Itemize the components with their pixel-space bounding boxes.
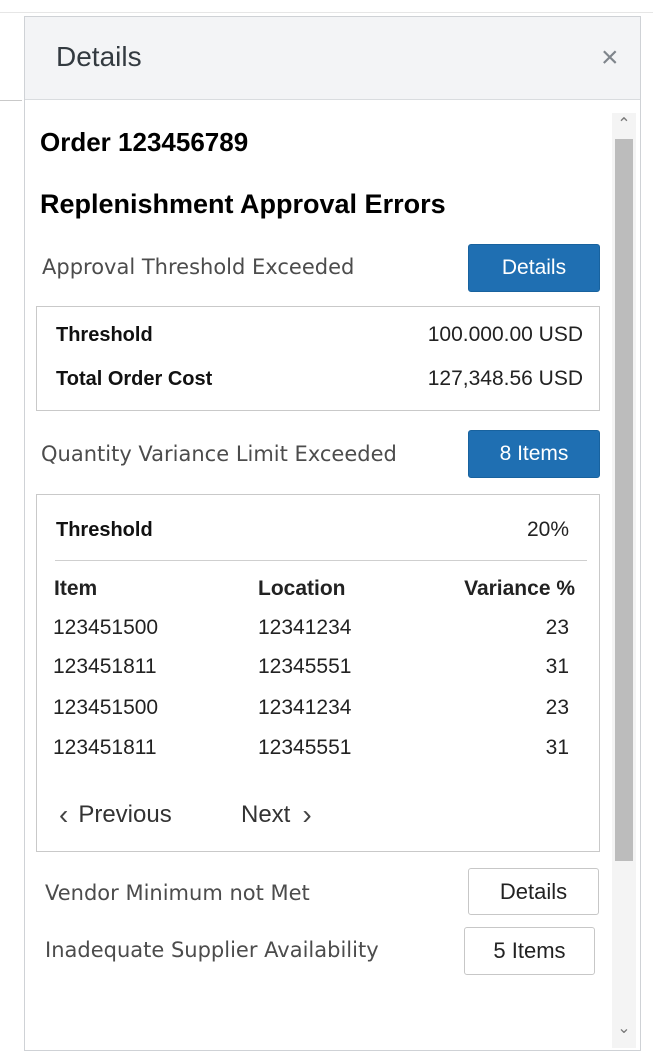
vertical-scrollbar[interactable]: ⌃ ⌄ xyxy=(612,113,636,1048)
table-row-3-variance: 23 xyxy=(545,696,569,719)
left-divider xyxy=(0,100,22,101)
table-row-3-location: 12341234 xyxy=(258,696,352,719)
chevron-down-icon[interactable]: ⌄ xyxy=(612,1019,636,1039)
column-header-location: Location xyxy=(258,577,346,600)
threshold-value: 100.000.00 USD xyxy=(427,323,583,346)
quantity-items-button[interactable]: 8 Items xyxy=(468,430,600,478)
chevron-up-icon[interactable]: ⌃ xyxy=(612,115,636,135)
table-row-4-item: 123451811 xyxy=(53,736,157,759)
vendor-minimum-label: Vendor Minimum not Met xyxy=(45,881,310,905)
threshold-key: Threshold xyxy=(56,324,153,346)
table-row-2-variance: 31 xyxy=(545,655,569,678)
order-title: Order 123456789 xyxy=(40,127,249,157)
table-row-1-location: 12341234 xyxy=(258,616,352,639)
previous-page-link[interactable]: ‹ Previous xyxy=(59,801,172,829)
quantity-variance-card: Threshold 20% Item Location Variance % 1… xyxy=(36,494,600,852)
chevron-right-icon: › xyxy=(302,799,312,830)
supplier-availability-label: Inadequate Supplier Availability xyxy=(45,938,379,962)
next-page-link[interactable]: Next › xyxy=(241,801,312,829)
previous-label: Previous xyxy=(78,801,172,828)
chevron-left-icon: ‹ xyxy=(59,799,69,830)
vendor-details-button[interactable]: Details xyxy=(468,868,599,915)
card-divider xyxy=(55,560,587,561)
top-border xyxy=(0,0,653,13)
supplier-items-button[interactable]: 5 Items xyxy=(464,927,595,975)
total-order-cost-key: Total Order Cost xyxy=(56,368,213,390)
table-row-2-location: 12345551 xyxy=(258,655,352,678)
approval-threshold-card: Threshold 100.000.00 USD Total Order Cos… xyxy=(36,306,600,411)
table-row-1-variance: 23 xyxy=(545,616,569,639)
quantity-variance-label: Quantity Variance Limit Exceeded xyxy=(41,442,397,466)
approval-threshold-label: Approval Threshold Exceeded xyxy=(42,255,355,279)
section-title: Replenishment Approval Errors xyxy=(40,189,446,219)
table-row-2-item: 123451811 xyxy=(53,655,157,678)
column-header-item: Item xyxy=(54,577,98,600)
variance-threshold-key: Threshold xyxy=(56,519,153,541)
table-row-3-item: 123451500 xyxy=(53,696,159,719)
panel-header: Details × xyxy=(25,17,640,100)
column-header-variance: Variance % xyxy=(464,577,575,600)
table-row-1-item: 123451500 xyxy=(53,616,159,639)
close-icon[interactable]: × xyxy=(601,43,619,73)
scroll-thumb[interactable] xyxy=(615,139,633,861)
table-row-4-location: 12345551 xyxy=(258,736,352,759)
panel-title: Details xyxy=(56,41,142,72)
details-panel: Details × Order 123456789 Replenishment … xyxy=(24,16,641,1051)
total-order-cost-value: 127,348.56 USD xyxy=(427,367,583,390)
approval-details-button[interactable]: Details xyxy=(468,244,600,292)
table-row-4-variance: 31 xyxy=(545,736,569,759)
next-label: Next xyxy=(241,801,291,828)
variance-threshold-value: 20% xyxy=(526,518,569,541)
